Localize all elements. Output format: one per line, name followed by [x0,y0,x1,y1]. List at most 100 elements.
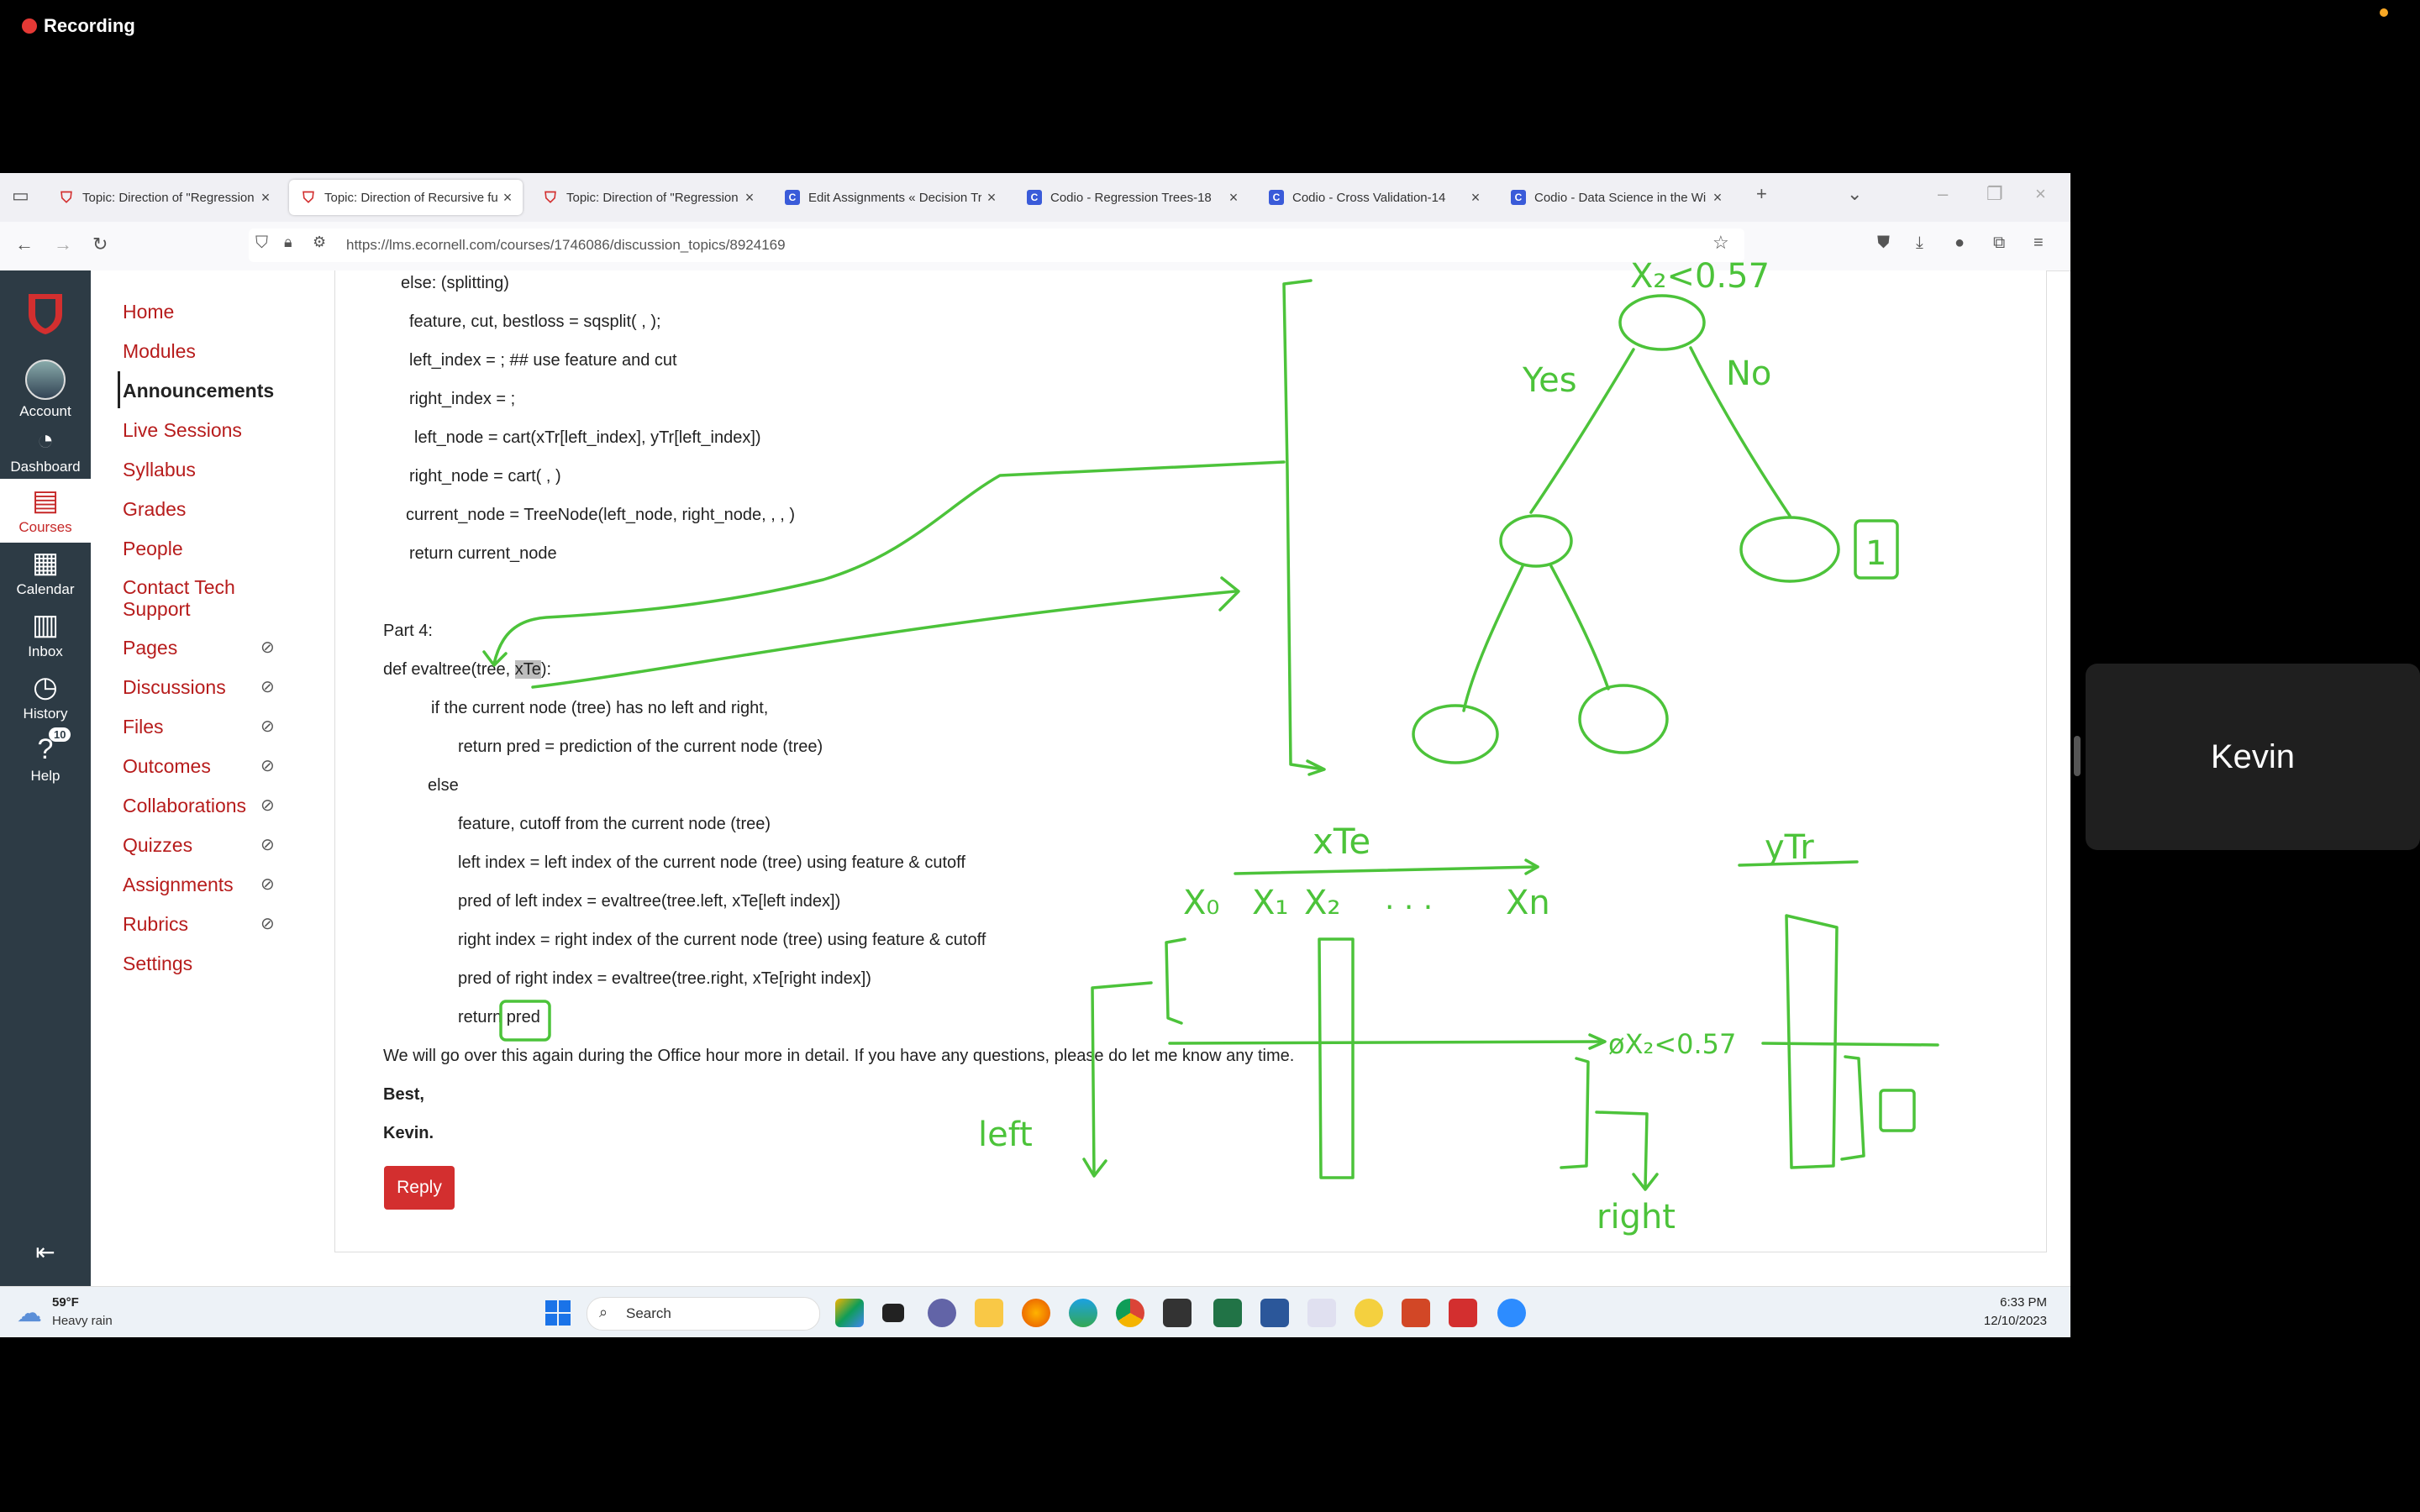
course-nav-home[interactable]: Home [123,301,174,323]
lock-icon[interactable]: 🔒︎ [284,234,292,251]
weather-temp[interactable]: 59°F [52,1295,79,1310]
word-icon[interactable] [1260,1299,1289,1327]
collapse-nav-icon[interactable]: ⇤ [0,1238,91,1266]
course-nav-people[interactable]: People [123,538,183,560]
nav-label: Calendar [16,581,75,597]
tab-0[interactable]: ⛉ Topic: Direction of "Regression × [47,180,281,215]
course-nav-announcements[interactable]: Announcements [123,380,274,402]
menu-icon[interactable]: ≡ [2033,234,2044,253]
course-nav-live-sessions[interactable]: Live Sessions [123,419,242,442]
forward-icon[interactable]: → [54,234,72,255]
windows-taskbar: ☁ 59°F Heavy rain ⌕ Search 6:33 PM 12/10… [0,1286,2070,1337]
teams-icon[interactable] [928,1299,956,1327]
course-nav-contact-support[interactable]: Support [123,598,191,621]
course-nav-outcomes[interactable]: Outcomes [123,755,211,778]
course-nav-modules[interactable]: Modules [123,340,196,363]
permissions-icon[interactable]: ⚙ [313,234,326,251]
canvas-favicon-icon: ⛉ [544,188,556,206]
zoom-icon[interactable] [1497,1299,1526,1327]
close-tab-icon[interactable]: × [739,189,760,207]
canvas-logo-icon[interactable] [25,291,66,336]
acrobat-icon[interactable] [1449,1299,1477,1327]
tab-5[interactable]: C Codio - Cross Validation-14 × [1257,180,1491,215]
course-nav-collaborations[interactable]: Collaborations [123,795,246,817]
weather-icon[interactable]: ☁ [17,1299,42,1328]
nav-inbox[interactable]: ▥ Inbox [0,608,91,660]
help-badge: 10 [49,727,71,742]
tab-3[interactable]: C Edit Assignments « Decision Tr × [773,180,1007,215]
course-nav-grades[interactable]: Grades [123,498,186,521]
file-explorer-icon[interactable] [975,1299,1003,1327]
edge-icon[interactable] [1069,1299,1097,1327]
snipping-tool-icon[interactable] [1307,1299,1336,1327]
tab-6[interactable]: C Codio - Data Science in the Wi × [1499,180,1733,215]
close-tab-icon[interactable]: × [1707,189,1728,207]
hidden-eye-icon: ⊘ [260,796,275,815]
close-tab-icon[interactable]: × [981,189,1002,207]
close-tab-icon[interactable]: × [497,189,518,207]
nav-label: Inbox [28,643,63,659]
chrome-icon[interactable] [1116,1299,1144,1327]
tab-1[interactable]: ⛉ Topic: Direction of Recursive fu × [289,180,523,215]
course-nav-rubrics[interactable]: Rubrics [123,913,188,936]
tab-overview-icon[interactable]: ▭ [12,185,29,207]
minimize-icon[interactable]: – [1938,183,1948,205]
url-text[interactable]: https://lms.ecornell.com/courses/1746086… [346,237,786,254]
start-icon[interactable] [544,1299,571,1326]
discussion-post: else: (splitting) feature, cut, bestloss… [334,270,2047,1252]
close-window-icon[interactable]: × [2035,183,2046,205]
course-nav-pages[interactable]: Pages [123,637,177,659]
tab-2[interactable]: ⛉ Topic: Direction of "Regression × [531,180,765,215]
taskbar-app-icon[interactable] [835,1299,864,1327]
course-nav-contact-tech[interactable]: Contact Tech [123,576,235,599]
taskbar-app-icon[interactable] [1355,1299,1383,1327]
new-tab-icon[interactable]: + [1756,183,1767,205]
list-tabs-icon[interactable]: ⌄ [1847,183,1862,205]
taskbar-app-icon[interactable] [882,1304,904,1322]
back-icon[interactable]: ← [15,234,34,255]
nav-calendar[interactable]: ▦ Calendar [0,546,91,598]
help-icon: ? [37,733,54,765]
extensions-icon[interactable]: ⧉ [1993,234,2005,253]
downloads-icon[interactable]: ⤓ [1916,234,1923,253]
nav-label: Help [30,768,60,784]
course-nav-quizzes[interactable]: Quizzes [123,834,192,857]
course-nav-syllabus[interactable]: Syllabus [123,459,196,481]
course-nav-files[interactable]: Files [123,716,164,738]
clock-time[interactable]: 6:33 PM [1976,1295,2047,1310]
nav-courses[interactable]: ▤ Courses [0,479,91,543]
close-tab-icon[interactable]: × [1465,189,1486,207]
reload-icon[interactable]: ↻ [92,234,108,255]
close-tab-icon[interactable]: × [1223,189,1244,207]
nav-dashboard[interactable]: ◔ Dashboard [0,423,91,475]
bookmark-star-icon[interactable]: ☆ [1712,232,1729,254]
reply-button[interactable]: Reply [384,1166,455,1210]
account-icon[interactable]: ● [1954,234,1965,253]
code-line: left_index = ; ## use feature and cut [409,351,677,370]
weather-desc[interactable]: Heavy rain [52,1314,113,1328]
course-nav-discussions[interactable]: Discussions [123,676,226,699]
taskbar-search[interactable]: ⌕ Search [587,1297,820,1331]
powerpoint-icon[interactable] [1402,1299,1430,1327]
hidden-eye-icon: ⊘ [260,678,275,696]
participant-video-tile[interactable]: Kevin [2086,664,2420,850]
tab-4[interactable]: C Codio - Regression Trees-18 × [1015,180,1249,215]
signature-text-end: ): [540,660,552,679]
excel-icon[interactable] [1213,1299,1242,1327]
restore-icon[interactable]: ❐ [1986,183,2003,205]
address-bar[interactable]: ⛉ 🔒︎ ⚙ https://lms.ecornell.com/courses/… [249,228,1744,262]
panel-resize-handle[interactable] [2074,736,2081,776]
signature-text: def evaltree(tree, [383,660,515,679]
clock-date[interactable]: 12/10/2023 [1966,1314,2047,1328]
nav-history[interactable]: ◷ History [0,670,91,722]
pocket-icon[interactable]: ⛊ [1877,234,1890,253]
course-nav-assignments[interactable]: Assignments [123,874,234,896]
nav-label: History [23,706,68,722]
nav-help[interactable]: ? 10 Help [0,727,91,785]
firefox-icon[interactable] [1022,1299,1050,1327]
shield-icon[interactable]: ⛉ [255,234,268,253]
course-nav-settings[interactable]: Settings [123,953,192,975]
terminal-icon[interactable] [1163,1299,1192,1327]
nav-account[interactable]: Account [0,360,91,420]
close-tab-icon[interactable]: × [255,189,276,207]
